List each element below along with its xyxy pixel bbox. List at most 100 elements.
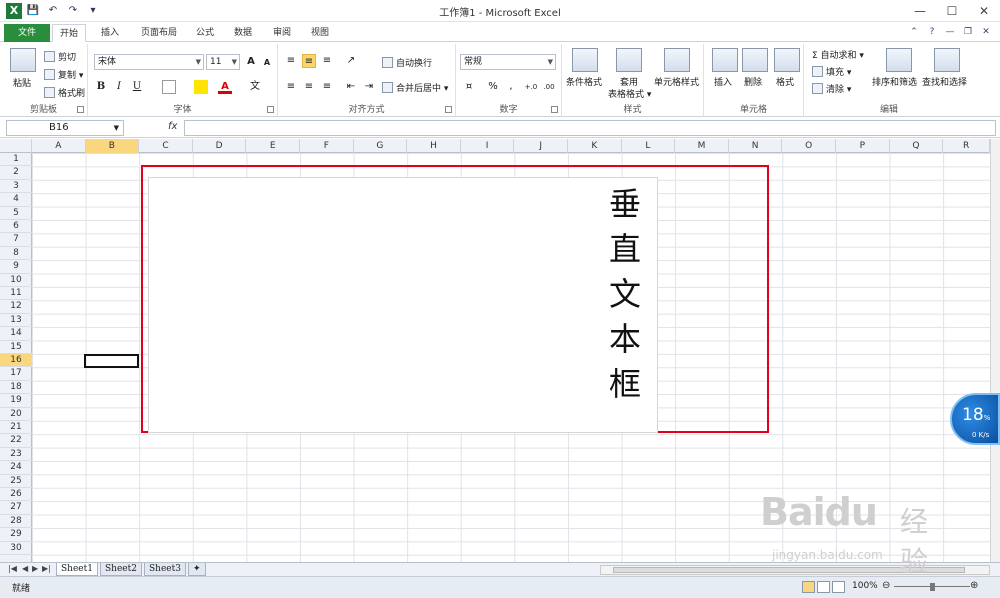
row-header[interactable]: 10 (0, 274, 32, 287)
help-icon[interactable]: ? (924, 25, 940, 39)
decrease-decimal-button[interactable]: .00 (542, 80, 556, 94)
close-button[interactable]: ✕ (968, 0, 1000, 22)
row-header[interactable]: 25 (0, 475, 32, 488)
column-header[interactable]: O (782, 139, 836, 153)
column-header[interactable]: C (139, 139, 193, 153)
alignment-launcher[interactable] (445, 106, 452, 113)
doc-minimize-button[interactable]: — (942, 25, 958, 39)
cut-button[interactable]: 剪切 (44, 50, 76, 63)
column-header[interactable]: H (407, 139, 461, 153)
row-header[interactable]: 14 (0, 327, 32, 341)
autosum-button[interactable]: Σ 自动求和 ▾ (812, 48, 864, 61)
prev-sheet-icon[interactable]: ◀ (22, 564, 28, 573)
merge-center-button[interactable]: 合并后居中 ▾ (382, 81, 448, 94)
zoom-slider[interactable]: ⊖ ⊕ (882, 580, 982, 592)
tab-home[interactable]: 开始 (52, 24, 86, 42)
row-header[interactable]: 19 (0, 394, 32, 408)
row-header[interactable]: 11 (0, 287, 32, 301)
find-select-button[interactable]: 查找和选择 (922, 75, 967, 88)
clipboard-launcher[interactable] (77, 106, 84, 113)
increase-indent-icon[interactable]: ⇥ (362, 80, 376, 94)
row-header[interactable]: 3 (0, 180, 32, 194)
zoom-knob[interactable] (930, 583, 935, 591)
column-header[interactable]: I (461, 139, 515, 153)
sort-filter-button[interactable]: 排序和筛选 (872, 75, 917, 88)
sheet-tab-sheet3[interactable]: Sheet3 (144, 563, 186, 576)
row-header[interactable]: 27 (0, 501, 32, 515)
row-header[interactable]: 2 (0, 166, 32, 180)
row-header[interactable]: 17 (0, 367, 32, 381)
row-header[interactable]: 18 (0, 381, 32, 395)
column-header[interactable]: N (729, 139, 783, 153)
underline-button[interactable]: U (130, 80, 144, 94)
row-header[interactable]: 29 (0, 528, 32, 542)
tab-view[interactable]: 视图 (306, 24, 334, 42)
tab-formulas[interactable]: 公式 (192, 24, 218, 42)
row-header[interactable]: 20 (0, 408, 32, 421)
column-header[interactable]: L (622, 139, 676, 153)
orientation-icon[interactable]: ↗ (344, 54, 358, 68)
row-header[interactable]: 9 (0, 260, 32, 274)
fill-button[interactable]: 填充 ▾ (812, 65, 851, 78)
column-header[interactable]: B (85, 139, 140, 153)
fill-color-icon[interactable] (194, 80, 208, 94)
align-left-icon[interactable]: ≡ (284, 80, 298, 94)
percent-button[interactable]: % (486, 80, 500, 94)
vertical-text-box[interactable]: 垂 直 文 本 框 (148, 177, 658, 433)
font-color-icon[interactable]: A (218, 80, 232, 94)
maximize-button[interactable]: ☐ (936, 0, 968, 22)
minimize-button[interactable]: — (904, 0, 936, 22)
row-header[interactable]: 16 (0, 354, 32, 368)
conditional-format-button[interactable]: 条件格式 (566, 75, 602, 88)
doc-close-button[interactable]: ✕ (978, 25, 994, 39)
tab-insert[interactable]: 插入 (96, 24, 124, 42)
decrease-indent-icon[interactable]: ⇤ (344, 80, 358, 94)
cell-style-button[interactable]: 单元格样式 (654, 75, 699, 88)
column-header[interactable]: R (943, 139, 990, 153)
copy-button[interactable]: 复制 ▾ (44, 68, 83, 81)
name-box[interactable]: B16 ▼ (6, 120, 124, 136)
row-header[interactable]: 26 (0, 488, 32, 502)
increase-decimal-button[interactable]: +.0 (524, 80, 538, 94)
row-header[interactable]: 8 (0, 247, 32, 261)
currency-icon[interactable]: ¤ (462, 80, 476, 94)
font-launcher[interactable] (267, 106, 274, 113)
row-header[interactable]: 21 (0, 421, 32, 435)
align-middle-icon[interactable]: ≡ (302, 54, 316, 68)
number-format-combo[interactable]: 常规 ▼ (460, 54, 556, 70)
align-top-icon[interactable]: ≡ (284, 54, 298, 68)
row-header[interactable]: 28 (0, 515, 32, 529)
doc-restore-button[interactable]: ❐ (960, 25, 976, 39)
grow-font-button[interactable]: A (244, 55, 258, 69)
next-sheet-icon[interactable]: ▶ (32, 564, 38, 573)
format-cells-button[interactable]: 格式 (776, 75, 794, 88)
row-header[interactable]: 5 (0, 207, 32, 220)
shrink-font-button[interactable]: A (260, 56, 274, 70)
tab-review[interactable]: 审阅 (268, 24, 296, 42)
row-header[interactable]: 13 (0, 314, 32, 328)
minimize-ribbon-button[interactable]: ⌃ (906, 25, 922, 39)
select-all-corner[interactable] (0, 139, 32, 153)
number-launcher[interactable] (551, 106, 558, 113)
borders-icon[interactable] (162, 80, 176, 94)
column-header[interactable]: G (354, 139, 408, 153)
row-header[interactable]: 24 (0, 461, 32, 475)
sheet-tab-sheet1[interactable]: Sheet1 (56, 563, 98, 576)
font-name-combo[interactable]: 宋体 ▼ (94, 54, 204, 70)
insert-cells-button[interactable]: 插入 (714, 75, 732, 88)
tab-file[interactable]: 文件 (4, 24, 50, 42)
align-right-icon[interactable]: ≡ (320, 80, 334, 94)
zoom-in-icon[interactable]: ⊕ (970, 580, 978, 591)
column-header[interactable]: F (300, 139, 354, 153)
column-header[interactable]: D (193, 139, 247, 153)
row-header[interactable]: 30 (0, 542, 32, 555)
column-header[interactable]: A (32, 139, 86, 153)
insert-function-icon[interactable]: fx (168, 121, 177, 132)
row-header[interactable]: 12 (0, 300, 32, 314)
row-header[interactable]: 6 (0, 220, 32, 234)
comma-button[interactable]: , (504, 80, 518, 94)
vertical-scrollbar[interactable] (990, 139, 1000, 562)
page-layout-view-icon[interactable] (817, 581, 830, 593)
normal-view-icon[interactable] (802, 581, 815, 593)
bold-button[interactable]: B (94, 80, 108, 94)
